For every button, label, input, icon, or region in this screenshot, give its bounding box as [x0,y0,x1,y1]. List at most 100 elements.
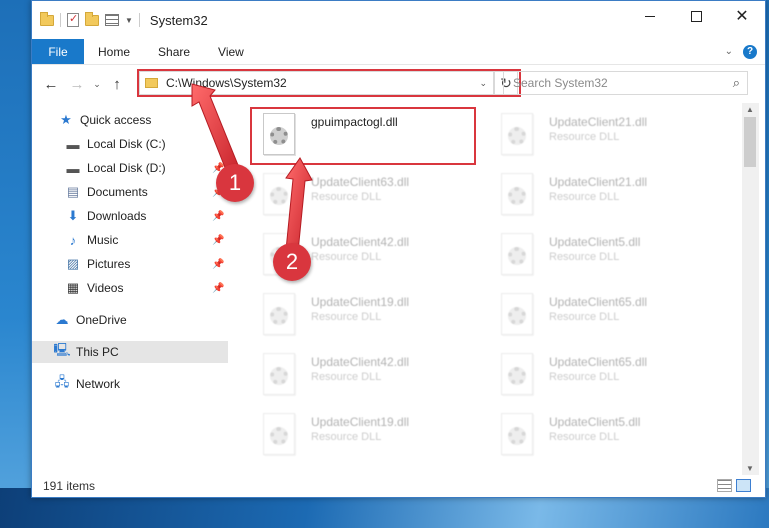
file-item[interactable]: UpdateClient65.dll Resource DLL [487,287,717,343]
sidebar-item-music[interactable]: ♪ Music 📌 [65,229,225,251]
close-button[interactable]: ✕ [719,1,765,31]
tab-home[interactable]: Home [84,39,144,64]
recent-locations-icon[interactable]: ⌄ [90,79,104,90]
gear-icon [270,367,288,385]
customize-view-icon[interactable] [105,14,119,26]
dll-file-icon [501,413,533,455]
chevron-down-icon[interactable]: ▼ [125,16,133,25]
navigation-pane: ★ Quick access ▬ Local Disk (C:) ▬ Local… [32,103,228,463]
gear-icon [508,307,526,325]
sidebar-item-network[interactable]: 🖧 Network [54,373,120,395]
properties-icon[interactable] [67,12,79,27]
sidebar-item-label: Documents [87,185,148,199]
scroll-down-icon[interactable]: ▼ [746,464,754,473]
gear-icon [270,307,288,325]
tab-share[interactable]: Share [144,39,204,64]
file-type: Resource DLL [549,371,620,383]
file-item[interactable]: UpdateClient42.dll Resource DLL [249,347,479,403]
file-item[interactable]: UpdateClient5.dll Resource DLL [487,227,717,283]
gear-icon [270,187,288,205]
dll-file-icon [501,173,533,215]
gear-icon [508,187,526,205]
callout-step-1: 1 [216,164,254,202]
pc-icon: 🖳 [53,342,71,357]
file-list: gpuimpactogl.dll UpdateClient21.dll Reso… [237,103,742,465]
sidebar-item-downloads[interactable]: ⬇ Downloads 📌 [65,205,225,227]
sidebar-item-label: This PC [76,345,119,359]
sidebar-item-this-pc[interactable]: 🖳 This PC [32,341,228,363]
callout-step-2: 2 [273,243,311,281]
tab-file[interactable]: File [32,39,84,64]
tab-view[interactable]: View [204,39,258,64]
pin-icon[interactable]: 📌 [212,259,224,270]
status-bar: 191 items [32,475,765,497]
dll-file-icon [263,113,295,155]
file-item[interactable]: UpdateClient21.dll Resource DLL [487,167,717,223]
file-explorer-window: ▼ System32 ✕ File Home Share View ⌄ ? ← … [31,0,766,498]
file-item[interactable]: UpdateClient5.dll Resource DLL [487,407,717,463]
search-placeholder: Search System32 [513,76,608,90]
address-path[interactable]: C:\Windows\System32 [166,76,287,90]
file-item[interactable]: UpdateClient19.dll Resource DLL [249,407,479,463]
minimize-button[interactable] [627,1,673,31]
sidebar-item-local-disk-d[interactable]: ▬ Local Disk (D:) 📌 [65,157,225,179]
dll-file-icon [501,353,533,395]
network-icon: 🖧 [54,374,70,389]
vertical-scrollbar[interactable]: ▲ ▼ [742,103,759,475]
sidebar-item-documents[interactable]: ▤ Documents 📌 [65,181,225,203]
dll-file-icon [501,293,533,335]
file-name: UpdateClient42.dll [311,235,410,249]
view-toggles [717,479,751,492]
sidebar-item-local-disk-c[interactable]: ▬ Local Disk (C:) [65,133,166,155]
forward-arrow-icon[interactable]: → [64,76,90,93]
file-item[interactable]: UpdateClient63.dll Resource DLL [249,167,479,223]
search-input[interactable]: Search System32 ⌕ [503,71,748,95]
music-icon: ♪ [69,232,77,248]
pin-icon[interactable]: 📌 [212,211,224,222]
tiles-view-icon[interactable] [736,479,751,492]
maximize-button[interactable] [673,1,719,31]
file-name: UpdateClient65.dll [549,355,648,369]
address-dropdown-icon[interactable]: ⌄ [479,78,487,89]
address-bar[interactable]: C:\Windows\System32 ⌄ [139,71,494,95]
file-name: UpdateClient19.dll [311,295,410,309]
navigation-bar: ← → ⌄ ↑ C:\Windows\System32 ⌄ ↻ Search S… [32,65,765,103]
sidebar-item-videos[interactable]: ▦ Videos 📌 [65,277,225,299]
file-item[interactable]: UpdateClient21.dll Resource DLL [487,107,717,163]
drive-icon: ▬ [66,160,80,176]
help-icon[interactable]: ? [743,44,757,59]
up-arrow-icon[interactable]: ↑ [104,76,130,93]
file-type: Resource DLL [311,431,382,443]
star-icon: ★ [60,112,72,127]
dll-file-icon [263,173,295,215]
dll-file-icon [263,413,295,455]
pin-icon[interactable]: 📌 [212,235,224,246]
search-icon[interactable]: ⌕ [733,75,740,91]
gear-icon [508,127,526,145]
file-name: UpdateClient5.dll [549,415,641,429]
new-folder-icon[interactable] [85,11,99,26]
cloud-icon: ☁ [55,312,69,327]
gear-icon [270,427,288,445]
expand-ribbon-icon[interactable]: ⌄ [725,46,733,57]
scroll-up-icon[interactable]: ▲ [746,105,754,114]
sidebar-item-label: Pictures [87,257,131,271]
back-arrow-icon[interactable]: ← [38,76,64,93]
quick-access-toolbar: ▼ [32,11,140,27]
sidebar-item-quick-access[interactable]: ★ Quick access [58,109,151,131]
details-view-icon[interactable] [717,479,732,492]
scroll-thumb[interactable] [744,117,756,167]
pin-icon[interactable]: 📌 [212,283,224,294]
toolbar-divider [138,13,140,27]
file-item[interactable]: UpdateClient19.dll Resource DLL [249,287,479,343]
folder-icon [145,78,158,88]
file-name: UpdateClient63.dll [311,175,410,189]
gear-icon [508,367,526,385]
file-item-gpuimpactogl[interactable]: gpuimpactogl.dll [249,107,479,163]
sidebar-item-pictures[interactable]: ▨ Pictures 📌 [65,253,225,275]
pictures-icon: ▨ [66,256,80,271]
title-bar: ▼ System32 ✕ [32,1,765,39]
window-title: System32 [149,12,208,28]
file-item[interactable]: UpdateClient65.dll Resource DLL [487,347,717,403]
sidebar-item-onedrive[interactable]: ☁ OneDrive [54,309,127,331]
